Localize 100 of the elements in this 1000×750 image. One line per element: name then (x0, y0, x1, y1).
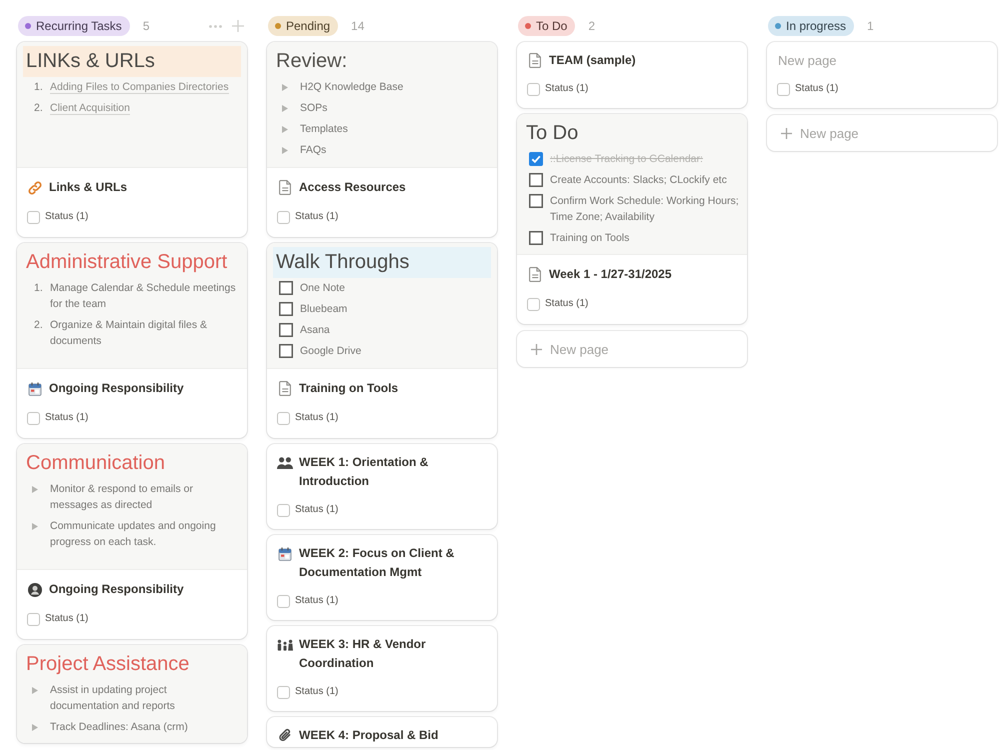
status-checkbox[interactable] (277, 504, 290, 516)
group-tag[interactable]: In progress (768, 16, 854, 36)
card-title: Ongoing Responsibility (49, 581, 184, 598)
status-checkbox[interactable] (277, 594, 290, 608)
status-checkbox[interactable] (277, 210, 290, 224)
status-checkbox[interactable] (27, 210, 40, 224)
task-card[interactable]: Review: H2Q Knowledge Base SOPs Templates FAQs Access Resources Status (1) (267, 42, 497, 237)
status-label: Status (1) (295, 685, 338, 699)
todo-checkbox[interactable] (279, 344, 293, 358)
group-tag[interactable]: Recurring Tasks (18, 16, 130, 36)
card-title: Links & URLs (49, 179, 128, 196)
card-title: WEEK 2: Focus on Client & Documentation Mgmt (299, 545, 456, 581)
card-title: Access Resources (299, 179, 406, 196)
triangle-icon[interactable] (32, 724, 38, 730)
card-title: Ongoing Responsibility (49, 380, 184, 397)
task-card[interactable]: LINKs & URLs 1. Adding Files to Companies Directories 2. Client Acquisition Links & URLs Status (1) (17, 42, 247, 237)
status-label: Status (1) (545, 82, 588, 96)
task-card[interactable]: TEAM (sample) Status (1) (517, 42, 747, 108)
todo-checkbox[interactable] (529, 152, 543, 166)
preview-heading: Review: (275, 49, 348, 74)
triangle-icon[interactable] (282, 146, 288, 154)
task-card[interactable]: WEEK 2: Focus on Client & Documentation Mgmt Status (1) (267, 535, 497, 620)
group-count: 14 (351, 18, 364, 34)
task-card[interactable]: To Do ::License Tracking to GCalendar: Create Accounts: Slacks; CLockify etc Confirm Work Schedule: Working Hours; Time Zone; Availability Training on Tools Week 1 - 1/27-31/2025 Status (1) (517, 114, 747, 324)
preview-heading: Walk Throughs (273, 247, 491, 278)
more-icon[interactable] (209, 24, 222, 28)
list-item: Confirm Work Schedule: Working Hours; Time Zone; Availability (550, 194, 740, 225)
task-card[interactable]: Administrative Support 1. Manage Calendar & Schedule meetings for the team 2. Organize & Maintain digital files & documents Ongoing Responsibility Status (1) (17, 243, 247, 438)
preview-heading: Project Assistance (25, 652, 190, 677)
list-item: Create Accounts: Slacks; CLockify etc (550, 173, 727, 188)
list-item: SOPs (300, 101, 328, 116)
page-title-placeholder: New page (777, 52, 837, 70)
group-count: 2 (588, 18, 596, 34)
todo-checkbox[interactable] (279, 302, 293, 316)
status-label: Status (1) (295, 594, 338, 608)
triangle-icon[interactable] (32, 686, 38, 694)
task-card[interactable]: Project Assistance Assist in updating project documentation and reports Track Deadlines: Asana (crm) (17, 645, 247, 743)
status-checkbox[interactable] (27, 412, 40, 424)
two-people-icon (277, 456, 293, 468)
status-label: Status (1) (795, 82, 838, 96)
todo-checkbox[interactable] (529, 194, 543, 208)
group-count: 5 (142, 18, 150, 34)
list-item: Assist in updating project documentation and reports (50, 683, 176, 714)
list-item: One Note (300, 281, 345, 296)
three-people-icon (277, 638, 293, 650)
group-count: 1 (867, 18, 874, 34)
task-card[interactable]: Walk Throughs One Note Bluebeam Asana Google Drive Training on Tools Status (1) (267, 243, 497, 438)
triangle-icon[interactable] (282, 126, 288, 132)
list-number: 2. (34, 101, 44, 116)
task-card[interactable]: Communication Monitor & respond to emails or messages as directed Communicate updates and ongoing progress on each task. Ongoing Responsibility Status (1) (17, 444, 247, 639)
preview-heading: To Do (525, 121, 580, 146)
person-circle-icon (28, 582, 42, 596)
card-title: Week 1 - 1/27-31/2025 (549, 266, 672, 283)
status-checkbox[interactable] (777, 82, 790, 96)
card-title: TEAM (sample) (549, 52, 636, 69)
calendar-icon (28, 382, 42, 396)
preview-heading: Communication (25, 451, 166, 476)
card-title: WEEK 1: Orientation & Introduction (299, 454, 430, 490)
page-icon (528, 53, 542, 68)
list-item: Track Deadlines: Asana (crm) (50, 720, 188, 735)
group-tag[interactable]: Pending (268, 16, 338, 36)
page-icon (278, 381, 292, 396)
status-label: Status (1) (295, 411, 338, 425)
plus-icon[interactable] (232, 20, 244, 32)
preview-heading: Administrative Support (25, 250, 228, 275)
page-icon (528, 267, 542, 282)
todo-checkbox[interactable] (279, 323, 293, 337)
calendar-icon (278, 546, 292, 560)
todo-checkbox[interactable] (279, 281, 293, 295)
task-card[interactable]: WEEK 4: Proposal & Bid (267, 717, 497, 747)
card-title: WEEK 4: Proposal & Bid (299, 727, 438, 744)
list-item: Templates (300, 122, 348, 137)
status-checkbox[interactable] (527, 298, 540, 310)
list-number: 1. (34, 281, 44, 296)
paperclip-icon (278, 728, 292, 743)
triangle-icon[interactable] (282, 104, 288, 112)
status-label: Status (1) (45, 210, 88, 224)
triangle-icon[interactable] (282, 84, 288, 90)
list-item: Google Drive (300, 344, 362, 359)
status-label: Status (1) (295, 210, 338, 224)
preview-heading: LINKs & URLs (23, 46, 241, 77)
status-checkbox[interactable] (277, 412, 290, 424)
triangle-icon[interactable] (32, 522, 38, 530)
page-icon (278, 180, 292, 195)
status-checkbox[interactable] (27, 612, 40, 626)
group-tag[interactable]: To Do (518, 16, 576, 36)
status-checkbox[interactable] (277, 686, 290, 698)
task-card[interactable]: New page Status (1) (767, 42, 997, 108)
list-item: Asana (300, 323, 330, 338)
list-item: H2Q Knowledge Base (300, 80, 404, 95)
task-card[interactable]: WEEK 3: HR & Vendor Coordination Status (1) (267, 626, 497, 711)
list-item: Organize & Maintain digital files & documents (50, 318, 208, 349)
triangle-icon[interactable] (32, 486, 38, 492)
todo-checkbox[interactable] (529, 231, 543, 245)
task-card[interactable]: WEEK 1: Orientation & Introduction Status (1) (267, 444, 497, 529)
link-icon (28, 180, 42, 194)
status-checkbox[interactable] (527, 82, 540, 96)
todo-checkbox[interactable] (529, 173, 543, 187)
plus-icon (531, 344, 542, 354)
card-title: Training on Tools (299, 380, 398, 397)
